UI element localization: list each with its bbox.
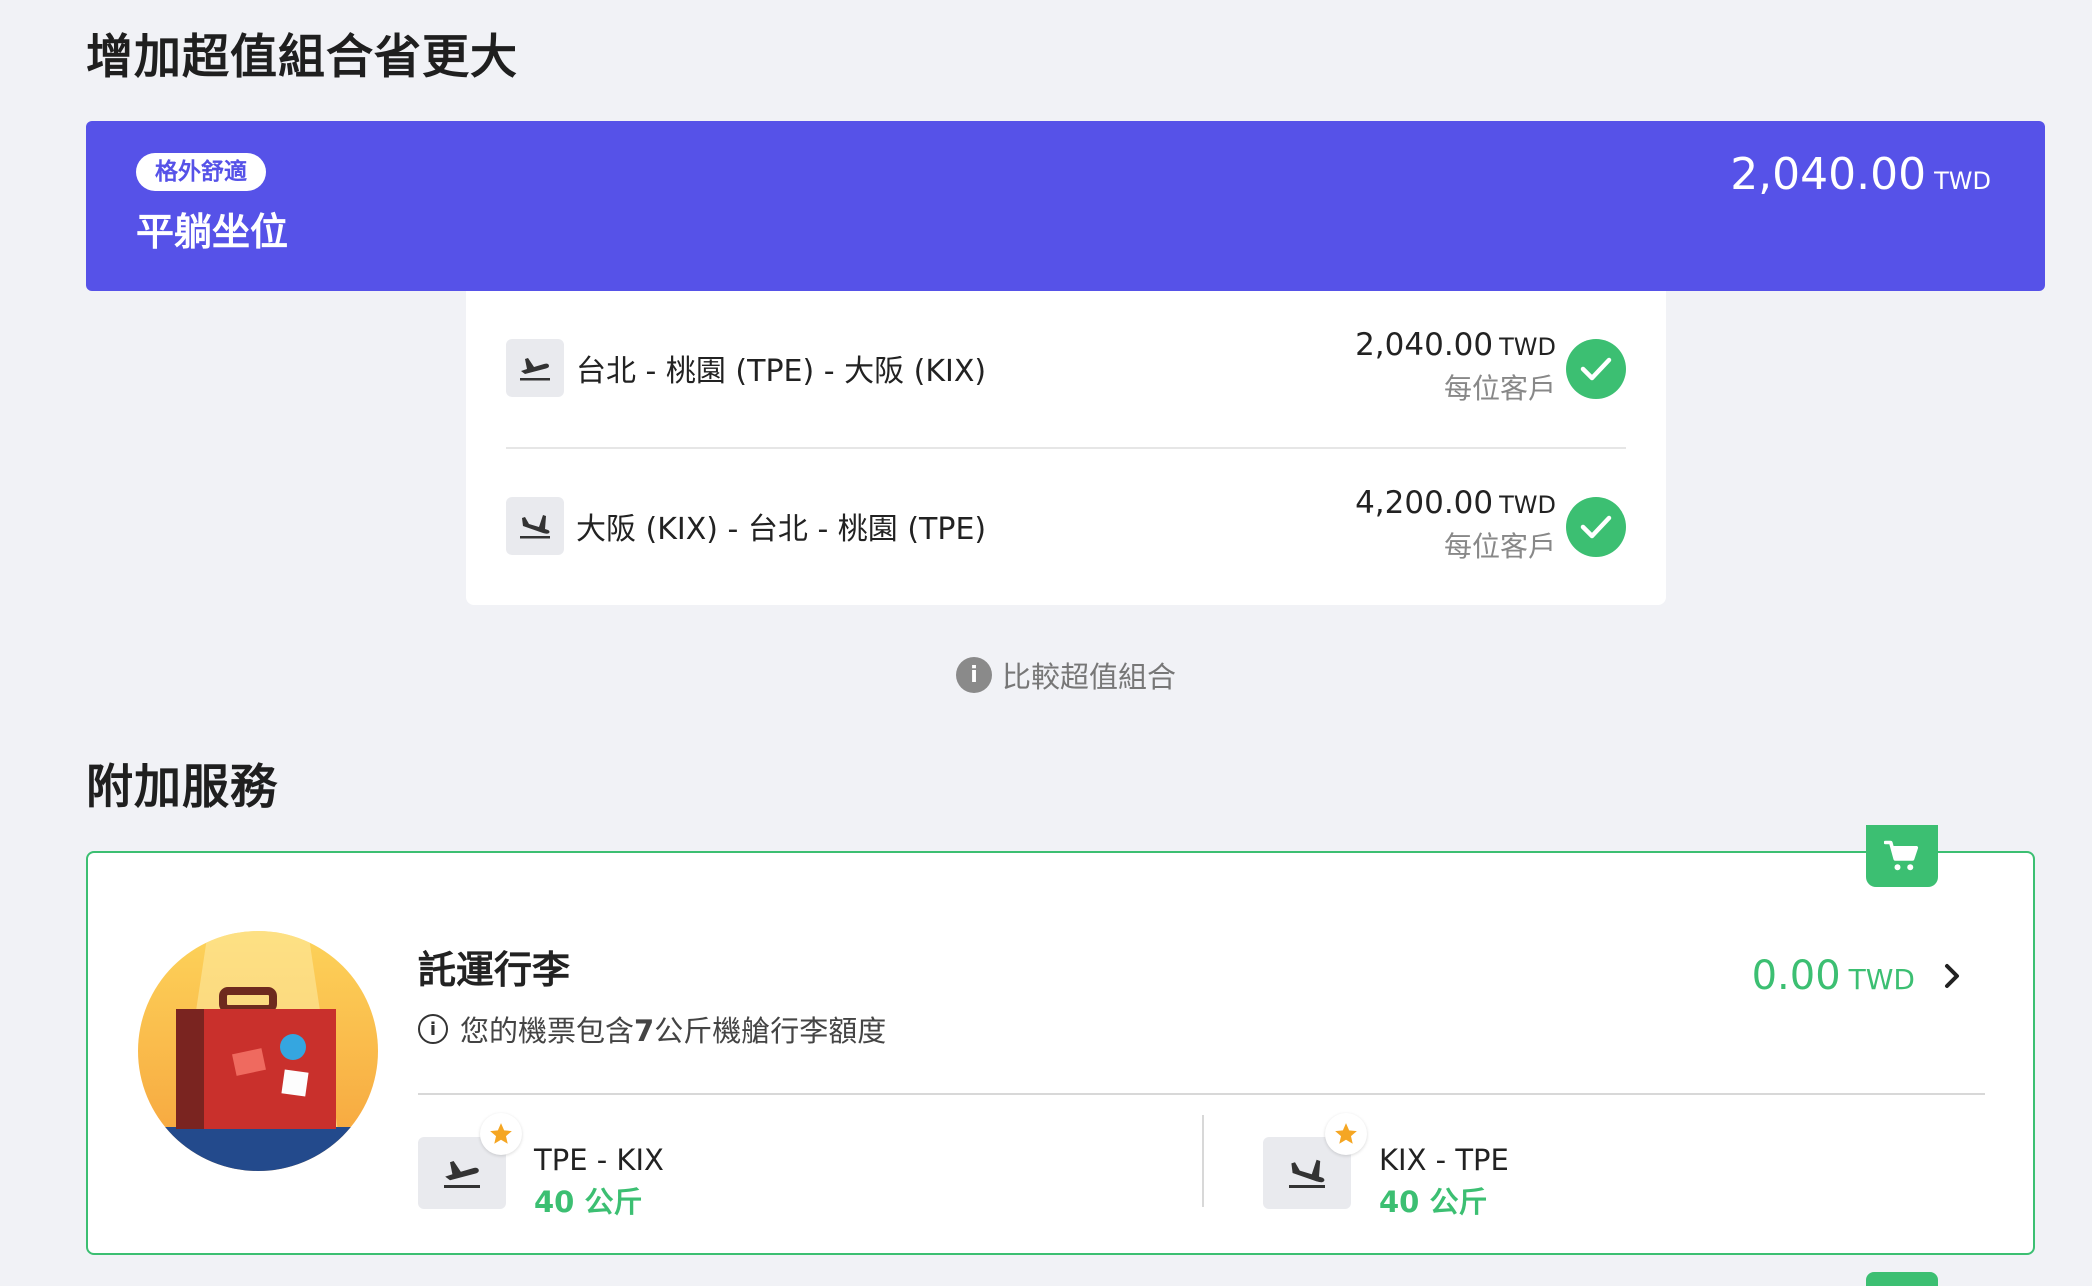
star-icon	[1325, 1113, 1367, 1155]
bundle-flights-card: 台北 - 桃園 (TPE) - 大阪 (KIX) 2,040.00 TWD 每位客…	[466, 291, 1666, 605]
info-icon: i	[956, 657, 992, 693]
flight-route: 台北 - 桃園 (TPE) - 大阪 (KIX)	[576, 354, 987, 389]
cart-tab	[1866, 1272, 1938, 1286]
flight-price: 2,040.00 TWD 每位客戶	[1355, 327, 1556, 407]
flight-route: 大阪 (KIX) - 台北 - 桃園 (TPE)	[576, 512, 987, 547]
cabin-baggage-note: i 您的機票包含7公斤機艙行李額度	[418, 1008, 886, 1050]
per-person-label: 每位客戶	[1443, 530, 1556, 563]
bundle-price-amount: 2,040.00	[1730, 149, 1927, 200]
flight-price-amount: 4,200.00	[1355, 485, 1494, 521]
info-icon: i	[418, 1014, 448, 1044]
landing-icon	[506, 497, 564, 555]
compare-bundles-link[interactable]: i 比較超值組合	[956, 654, 1176, 696]
leg-route: TPE - KIX	[534, 1143, 664, 1177]
selected-check-icon[interactable]	[1566, 497, 1626, 557]
flight-price-currency: TWD	[1499, 491, 1556, 519]
addon-price: 0.00 TWD	[1752, 953, 1915, 999]
leg-weight: 40 公斤	[1379, 1185, 1488, 1219]
takeoff-icon	[506, 339, 564, 397]
note-text-pre: 您的機票包含	[460, 1014, 635, 1048]
flight-price: 4,200.00 TWD 每位客戶	[1355, 485, 1556, 565]
bundle-badge: 格外舒適	[136, 153, 266, 191]
per-person-label: 每位客戶	[1443, 372, 1556, 405]
addon-price-amount: 0.00	[1751, 953, 1841, 999]
flight-price-currency: TWD	[1499, 333, 1556, 361]
bundle-section-title: 增加超值組合省更大	[86, 30, 518, 85]
note-text-post: 公斤機艙行李額度	[654, 1014, 887, 1048]
addons-section-title: 附加服務	[86, 760, 278, 815]
note-text: 您的機票包含7公斤機艙行李額度	[460, 1008, 886, 1050]
leg-weight: 40 公斤	[534, 1185, 643, 1219]
flight-row[interactable]: 台北 - 桃園 (TPE) - 大阪 (KIX) 2,040.00 TWD 每位客…	[506, 291, 1626, 448]
bundle-price: 2,040.00 TWD	[1730, 149, 1991, 200]
flight-price-amount: 2,040.00	[1355, 327, 1494, 363]
leg-route: KIX - TPE	[1379, 1143, 1509, 1177]
addon-price-currency: TWD	[1848, 963, 1915, 996]
checked-baggage-card[interactable]: 託運行李 i 您的機票包含7公斤機艙行李額度 0.00 TWD TPE - KIX…	[86, 851, 2035, 1255]
chevron-right-icon[interactable]	[1937, 961, 1967, 991]
divider	[418, 1093, 1985, 1095]
addon-title: 託運行李	[418, 948, 571, 992]
star-icon	[480, 1113, 522, 1155]
cart-icon[interactable]	[1866, 825, 1938, 887]
leg-separator	[1202, 1115, 1204, 1207]
luggage-illustration	[138, 931, 378, 1171]
bundle-header[interactable]: 格外舒適 平躺坐位 2,040.00 TWD	[86, 121, 2045, 291]
note-number: 7	[634, 1014, 655, 1048]
bundle-name: 平躺坐位	[136, 210, 289, 254]
compare-bundles-label: 比較超值組合	[1002, 660, 1177, 694]
bundle-price-currency: TWD	[1934, 167, 1991, 195]
selected-check-icon[interactable]	[1566, 339, 1626, 399]
flight-row[interactable]: 大阪 (KIX) - 台北 - 桃園 (TPE) 4,200.00 TWD 每位客…	[506, 449, 1626, 606]
